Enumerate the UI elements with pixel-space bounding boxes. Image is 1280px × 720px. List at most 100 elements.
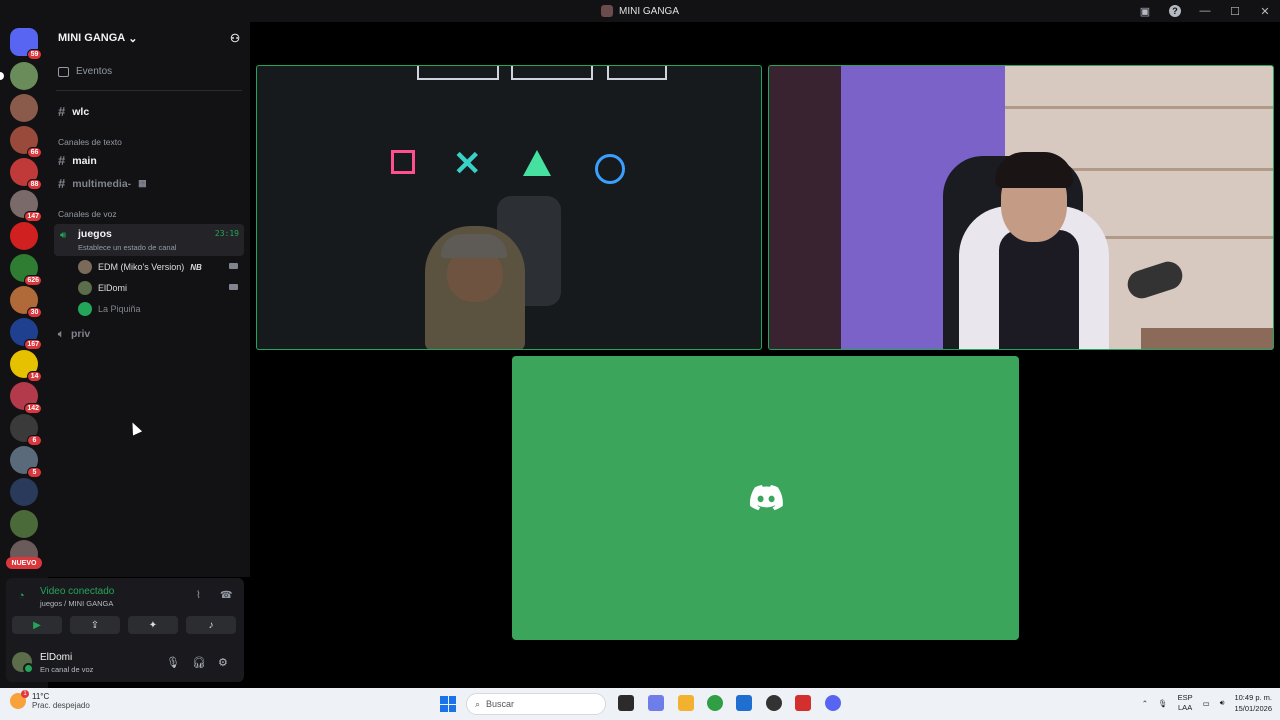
lang-bottom: LAA	[1178, 703, 1193, 712]
channel-status[interactable]: Establece un estado de canal	[78, 243, 176, 252]
video-button[interactable]: ▶	[12, 616, 62, 634]
soundboard-button[interactable]: ♪	[186, 616, 236, 634]
language-indicator[interactable]: ESP LAA	[1178, 693, 1193, 713]
desk	[1141, 328, 1273, 349]
user-status: En canal de voz	[40, 665, 94, 674]
category-text[interactable]: Canales de texto	[58, 137, 122, 147]
channel-wlc[interactable]: # wlc	[58, 104, 89, 119]
signal-icon[interactable]: ◔	[18, 590, 25, 602]
app-x-icon[interactable]	[795, 695, 811, 711]
discord-logo-icon	[749, 485, 783, 511]
server-icon-button[interactable]: 14	[10, 350, 42, 382]
voice-channel-priv[interactable]: 🔈︎ priv	[58, 328, 90, 340]
neon-light	[607, 66, 667, 80]
chevron-up-icon[interactable]: ⌃	[1142, 699, 1148, 708]
mention-badge: 88	[27, 179, 42, 190]
voice-user[interactable]: EDM (Miko's Version) NB	[78, 260, 202, 274]
video-tile-no-camera[interactable]	[512, 356, 1019, 640]
server-icon-button[interactable]: 626	[10, 254, 42, 286]
hash-icon: #	[58, 153, 66, 168]
store-icon[interactable]	[736, 695, 752, 711]
direct-messages-button[interactable]: 59	[10, 28, 42, 60]
gear-icon[interactable]: ⚙	[218, 656, 228, 669]
channel-main[interactable]: # main	[58, 153, 97, 168]
time: 10:49 p. m.	[1234, 693, 1272, 702]
window-title: MINI GANGA	[618, 5, 679, 17]
voice-channel-juegos[interactable]: 🔊︎ juegos 23:19 Establece un estado de c…	[54, 224, 244, 256]
connection-location[interactable]: juegos / MINI GANGA	[40, 599, 113, 608]
server-icon-button[interactable]	[10, 478, 38, 506]
channel-multimedia[interactable]: # multimedia- ▦	[58, 176, 147, 191]
search-box[interactable]: ⌕ Buscar	[466, 693, 606, 715]
server-icon-button[interactable]	[0, 62, 38, 90]
avatar	[78, 302, 92, 316]
chevron-down-icon: ⌄	[128, 32, 138, 45]
search-placeholder: Buscar	[486, 699, 515, 709]
voice-user[interactable]: La Piquiña	[78, 302, 141, 316]
camera-icon	[229, 284, 238, 290]
add-member-icon[interactable]: ⚇	[230, 32, 240, 45]
new-badge[interactable]: NUEVO	[6, 557, 42, 569]
server-icon-button[interactable]: 5	[10, 446, 42, 478]
server-icon-button[interactable]: 167	[10, 318, 42, 350]
mention-badge: 147	[24, 211, 42, 222]
inbox-icon[interactable]: ▣	[1130, 0, 1160, 22]
server-icon-button[interactable]: 147	[10, 190, 42, 222]
screen-share-button[interactable]: ⇪	[70, 616, 120, 634]
camera-icon	[229, 263, 238, 269]
server-icon-button[interactable]: 66	[10, 126, 42, 158]
headphones-icon[interactable]: 🎧︎	[192, 656, 206, 669]
user-panel: ◔ Video conectado juegos / MINI GANGA ⌇ …	[6, 578, 244, 682]
speaker-icon: 🔊︎	[60, 230, 67, 241]
jacket	[999, 230, 1079, 349]
events-item[interactable]: Eventos	[58, 66, 112, 77]
server-icon-button[interactable]	[10, 94, 38, 122]
volume-icon[interactable]: 🔊︎	[1220, 698, 1225, 708]
avatar	[12, 652, 34, 674]
server-icon-button[interactable]: 88	[10, 158, 42, 190]
server-icon-button[interactable]	[10, 222, 38, 250]
server-icon-button[interactable]: 142	[10, 382, 42, 414]
activities-button[interactable]: ✦	[128, 616, 178, 634]
copilot-icon[interactable]	[648, 695, 664, 711]
divider	[56, 90, 242, 91]
server-icon-button[interactable]	[10, 510, 38, 538]
cap	[441, 234, 507, 258]
task-view-icon[interactable]	[618, 695, 634, 711]
microphone-icon[interactable]: 🎙︎	[166, 656, 180, 669]
user-info[interactable]: ElDomi En canal de voz 🎙︎ 🎧︎ ⚙	[6, 646, 244, 680]
microphone-tray-icon[interactable]: 🎙︎	[1158, 699, 1168, 708]
mention-badge: 142	[24, 403, 42, 414]
voice-user[interactable]: ElDomi	[78, 281, 127, 295]
server-icon-button[interactable]: 6	[10, 414, 42, 446]
chrome-icon[interactable]	[707, 695, 723, 711]
video-tile[interactable]	[768, 65, 1274, 350]
clock[interactable]: 10:49 p. m. 15/01/2026	[1234, 692, 1272, 714]
voice-timer: 23:19	[214, 229, 239, 238]
disconnect-icon[interactable]: ☎	[220, 590, 232, 601]
discord-taskbar-icon[interactable]	[825, 695, 841, 711]
weather-widget[interactable]: 1 11°C Prac. despejado	[10, 690, 90, 710]
channel-label: wlc	[72, 105, 90, 118]
help-button[interactable]: ?	[1160, 0, 1190, 22]
selected-indicator	[0, 72, 4, 80]
close-button[interactable]: ✕	[1250, 0, 1280, 22]
network-icon[interactable]: ▭	[1203, 699, 1210, 708]
video-tile[interactable]: ✕	[256, 65, 762, 350]
events-label: Eventos	[76, 66, 113, 77]
server-icon-button[interactable]: 30	[10, 286, 42, 318]
file-explorer-icon[interactable]	[678, 695, 694, 711]
neon-light	[417, 66, 499, 80]
search-icon: ⌕	[475, 698, 481, 709]
category-voice[interactable]: Canales de voz	[58, 209, 117, 219]
minimize-button[interactable]: —	[1190, 0, 1220, 22]
lang-top: ESP	[1177, 693, 1193, 702]
server-header[interactable]: MINI GANGA ⌄ ⚇	[48, 22, 250, 54]
avatar	[78, 260, 92, 274]
shelf-row	[1005, 106, 1273, 109]
maximize-button[interactable]: ☐	[1220, 0, 1250, 22]
noise-suppression-icon[interactable]: ⌇	[196, 590, 201, 601]
app-icon[interactable]	[766, 695, 782, 711]
connection-status[interactable]: Video conectado	[40, 586, 114, 597]
start-button[interactable]	[440, 696, 456, 712]
